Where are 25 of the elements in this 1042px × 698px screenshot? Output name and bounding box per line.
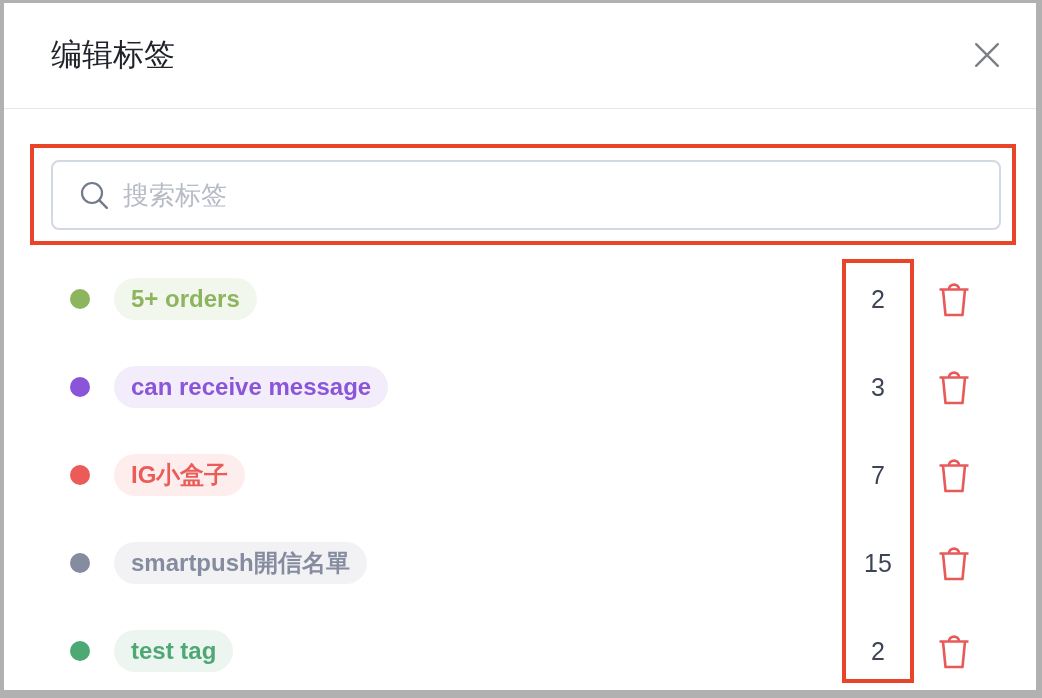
trash-icon [938, 369, 970, 405]
dialog-title: 编辑标签 [51, 35, 175, 74]
trash-icon [938, 545, 970, 581]
tag-chip: smartpush開信名單 [114, 542, 367, 584]
close-icon [974, 41, 1000, 68]
trash-icon [938, 457, 970, 493]
search-icon [80, 181, 108, 209]
tag-chip: 5+ orders [114, 278, 257, 320]
trash-icon [938, 633, 970, 669]
tag-count: 2 [871, 284, 885, 314]
delete-button[interactable] [938, 545, 970, 581]
delete-button[interactable] [938, 633, 970, 669]
close-button[interactable] [974, 41, 1000, 68]
tag-chip: test tag [114, 630, 234, 672]
delete-button[interactable] [938, 369, 970, 405]
delete-button[interactable] [938, 281, 970, 317]
tag-chip: can receive message [114, 366, 389, 408]
tag-count: 2 [871, 636, 885, 666]
tag-chip: IG小盒子 [114, 454, 246, 496]
tag-count: 7 [871, 460, 885, 490]
delete-button[interactable] [938, 457, 970, 493]
search-field[interactable]: 搜索标签 [51, 160, 1001, 230]
tag-count: 3 [871, 372, 885, 402]
tag-count: 15 [864, 548, 892, 578]
trash-icon [938, 281, 970, 317]
